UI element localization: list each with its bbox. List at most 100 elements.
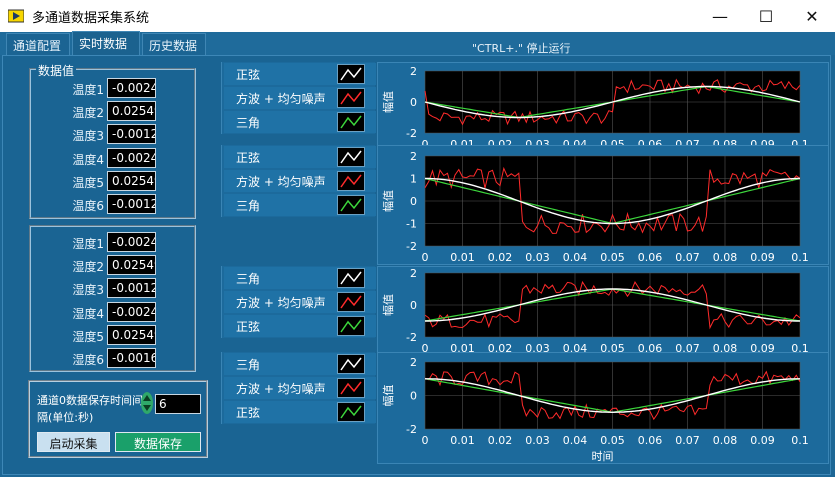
legend-item[interactable]: 正弦 (224, 315, 376, 337)
legend-swatch-icon (337, 88, 365, 108)
x-tick-label: 0.02 (488, 434, 513, 447)
humidity-value: -0.0012 (107, 278, 156, 299)
legend-item[interactable]: 方波 + 均匀噪声 (224, 87, 376, 109)
interval-spinner[interactable] (141, 392, 153, 414)
legend-swatch-icon (337, 402, 365, 422)
humidity-label: 湿度6 (72, 353, 104, 367)
stop-hint-text: "CTRL+." 停止运行 (472, 42, 571, 55)
temperature-label: 温度5 (72, 175, 104, 190)
title-bar: 多通道数据采集系统 — ☐ ✕ (0, 0, 835, 32)
maximize-icon: ☐ (758, 6, 774, 26)
x-tick-label: 0.02 (488, 251, 513, 264)
x-tick-label: 0 (422, 251, 429, 264)
minimize-button[interactable]: — (697, 0, 743, 32)
group-title: 数据值 (36, 62, 77, 79)
interval-input[interactable]: 6 (155, 394, 201, 414)
humidity-value: -0.0016 (107, 348, 156, 368)
y-tick-label: 0 (410, 96, 417, 109)
x-tick-label: 0.09 (750, 251, 775, 264)
interval-label: 通道0数据保存时间间隔(单位:秒) (37, 394, 143, 424)
x-axis-label: 时间 (592, 450, 614, 463)
close-icon: ✕ (805, 6, 819, 26)
y-tick-label: -2 (406, 423, 417, 436)
y-tick-label: -2 (406, 240, 417, 253)
humidity-value: -0.0024 (107, 301, 156, 322)
legend-item[interactable]: 方波 + 均匀噪声 (224, 377, 376, 399)
plot-legend: 三角方波 + 均匀噪声 正弦 (221, 266, 376, 338)
legend-item[interactable]: 三角 (224, 194, 376, 216)
legend-swatch-icon (337, 292, 365, 312)
y-tick-label: 2 (410, 65, 417, 78)
temperature-value: -0.0024 (107, 147, 156, 168)
y-tick-label: 1 (410, 173, 417, 186)
waveform-svg: 2 1 0 -1 -2 幅值 0 0.01 0.02 0.03 0.04 0.05 0.06 0.07 0.… (382, 150, 809, 264)
x-tick-label: 0.08 (713, 251, 738, 264)
temperature-value: 0.02549 (107, 101, 156, 122)
waveform-chart: 20-2幅值00.010.020.030.040.050.060.070.080… (377, 352, 829, 464)
legend-item[interactable]: 方波 + 均匀噪声 (224, 291, 376, 313)
y-tick-label: 2 (410, 150, 417, 163)
legend-swatch-icon (337, 316, 365, 336)
maximize-button[interactable]: ☐ (743, 0, 789, 32)
legend-item[interactable]: 三角 (224, 267, 376, 289)
legend-item[interactable]: 正弦 (224, 401, 376, 423)
temperature-label: 温度1 (72, 83, 104, 97)
y-axis-label: 幅值 (382, 385, 395, 407)
legend-label: 方波 + 均匀噪声 (236, 175, 326, 189)
tab-realtime-data[interactable]: 实时数据 (72, 31, 140, 56)
temperature-value: 0.02549 (107, 170, 156, 191)
y-tick-label: 2 (410, 356, 417, 369)
y-tick-label: 0 (410, 299, 417, 312)
temperature-label: 温度4 (72, 152, 104, 167)
y-tick-label: 2 (410, 267, 417, 280)
y-axis-label: 幅值 (382, 190, 395, 212)
legend-label: 三角 (236, 272, 261, 286)
legend-swatch-icon (337, 64, 365, 84)
y-axis-label: 幅值 (382, 91, 395, 113)
plot-legend: 三角 方波 + 均匀噪声 正弦 (221, 352, 376, 424)
legend-item[interactable]: 三角 (224, 353, 376, 375)
temperature-label: 温度2 (72, 106, 104, 121)
tab-channel-config[interactable]: 通道配置 (6, 33, 70, 55)
waveform-svg: 20-2幅值00.010.020.030.040.050.060.070.080… (382, 65, 809, 151)
labview-app-icon (8, 9, 24, 23)
humidity-value: -0.0024 (107, 232, 156, 252)
legend-item[interactable]: 方波 + 均匀噪声 (224, 170, 376, 192)
y-tick-label: 0 (410, 195, 417, 208)
legend-swatch-icon (337, 354, 365, 374)
y-tick-label: -2 (406, 127, 417, 140)
temperature-value: -0.0024 (107, 78, 156, 98)
x-tick-label: 0.01 (450, 251, 475, 264)
save-data-button[interactable]: 数据保存 (115, 432, 201, 452)
start-acquisition-button[interactable]: 启动采集 (37, 432, 110, 452)
app-window: 多通道数据采集系统 — ☐ ✕ 通道配置 实时数据 历史数据 "CTRL+." … (0, 0, 835, 477)
x-tick-label: 0.03 (525, 251, 550, 264)
x-tick-label: 0.05 (600, 251, 625, 264)
close-button[interactable]: ✕ (789, 0, 835, 32)
plot-legend: 正弦方波 + 均匀噪声三角 (221, 145, 376, 217)
x-tick-label: 0.1 (791, 434, 809, 447)
waveform-svg: 20-2幅值00.010.020.030.040.050.060.070.080… (382, 356, 809, 463)
humidity-label: 湿度3 (72, 283, 104, 298)
y-tick-label: 0 (410, 390, 417, 403)
waveform-chart: 2 1 0 -1 -2 幅值 0 0.01 0.02 0.03 0.04 0.05 0.06 0.07 0.… (377, 145, 829, 265)
legend-item[interactable]: 正弦 (224, 146, 376, 168)
y-tick-label: -1 (406, 218, 417, 231)
humidity-value: 0.02549 (107, 255, 156, 276)
temperature-label: 温度3 (72, 129, 104, 144)
y-tick-label: -2 (406, 331, 417, 344)
legend-swatch-icon (337, 195, 365, 215)
window-title: 多通道数据采集系统 (32, 11, 150, 26)
x-tick-label: 0.06 (638, 251, 663, 264)
legend-label: 正弦 (236, 68, 261, 82)
x-tick-label: 0.03 (525, 434, 550, 447)
x-tick-label: 0.08 (713, 434, 738, 447)
humidity-label: 湿度4 (72, 306, 104, 321)
tab-history-data[interactable]: 历史数据 (142, 33, 206, 55)
legend-item[interactable]: 正弦 (224, 63, 376, 85)
x-tick-label: 0.09 (750, 434, 775, 447)
temperature-value: -0.0012 (107, 124, 156, 145)
waveform-chart: 20-2幅值00.010.020.030.040.050.060.070.080… (377, 266, 829, 355)
legend-item[interactable]: 三角 (224, 111, 376, 133)
legend-swatch-icon (337, 147, 365, 167)
